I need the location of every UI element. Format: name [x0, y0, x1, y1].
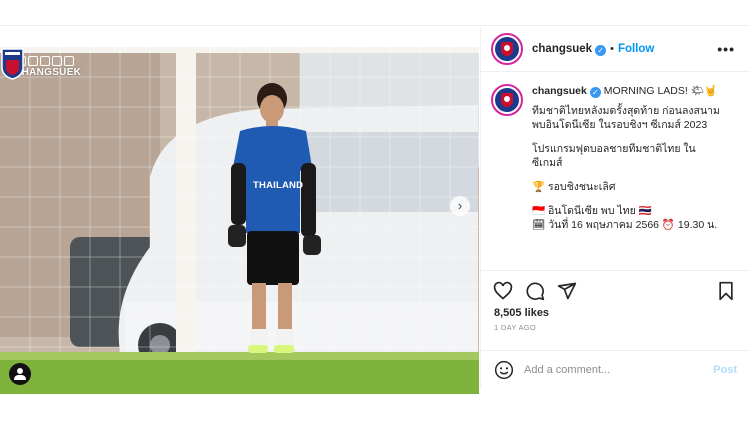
- more-icon[interactable]: •••: [717, 41, 735, 57]
- verified-icon: ✓: [589, 87, 601, 98]
- follow-button[interactable]: Follow: [618, 43, 654, 55]
- post-header: changsuek ✓ • Follow •••: [481, 27, 750, 72]
- comment-input[interactable]: Add a comment...: [524, 364, 713, 376]
- verified-icon: ✓: [595, 44, 607, 56]
- line-icon: [64, 56, 74, 66]
- caption-line: ซีเกมส์: [532, 157, 563, 169]
- caption-line: พบอินโดนีเซีย ในรอบชิงฯ ซีเกมส์ 2023: [532, 119, 708, 131]
- caption-line: โปรแกรมฟุตบอลชายทีมชาติไทย ใน: [532, 143, 696, 155]
- header-username[interactable]: changsuek ✓: [532, 43, 607, 56]
- likes-count[interactable]: 8,505 likes: [494, 307, 549, 319]
- separator: •: [610, 43, 614, 55]
- photo-scene: [0, 47, 479, 394]
- caption-line: ทีมชาติไทยหลังมดรั้งสุดท้าย ก่อนลงสนาม: [532, 105, 720, 117]
- bookmark-icon[interactable]: [717, 281, 735, 301]
- post-image: @CHANGSUEK THAILAND ›: [0, 47, 479, 394]
- chevron-right-icon: ›: [457, 198, 463, 213]
- tag-user-icon[interactable]: [9, 363, 31, 385]
- caption-line: 🏆 รอบชิงชนะเลิศ: [532, 181, 616, 193]
- instagram-post: @CHANGSUEK THAILAND › changsuek ✓ • Follo…: [0, 27, 750, 394]
- post-sidebar: changsuek ✓ • Follow ••• changsuek ✓ MORNI…: [480, 27, 750, 389]
- caption-line: 🗓 วันที่ 16 พฤษภาคม 2566 ⏰ 19.30 น.: [532, 219, 718, 231]
- post-comment-button[interactable]: Post: [713, 364, 737, 376]
- caption: changsuek ✓ MORNING LADS! 🌤🤘 ทีมชาติไทยหล…: [481, 73, 750, 269]
- youtube-icon: [40, 56, 50, 66]
- post-date: 1 DAY AGO: [494, 323, 537, 332]
- twitter-icon: [52, 56, 62, 66]
- caption-line: 🇮🇩 อินโดนีเซีย พบ ไทย 🇹🇭: [532, 205, 652, 217]
- tiktok-icon: [28, 56, 38, 66]
- comment-box: Add a comment... Post: [481, 350, 750, 389]
- caption-avatar[interactable]: [491, 84, 523, 116]
- jersey-text: THAILAND: [253, 180, 304, 191]
- next-image-button[interactable]: ›: [450, 196, 470, 216]
- browser-top-strip: [0, 0, 750, 26]
- emoji-icon[interactable]: [494, 360, 514, 380]
- share-icon[interactable]: [557, 281, 577, 301]
- caption-body: changsuek ✓ MORNING LADS! 🌤🤘 ทีมชาติไทยหล…: [532, 84, 741, 232]
- caption-username[interactable]: changsuek ✓: [532, 85, 601, 98]
- heart-icon[interactable]: [493, 281, 513, 301]
- thailand-crest-logo: [1, 48, 24, 80]
- caption-headline: MORNING LADS! 🌤🤘: [603, 85, 718, 97]
- post-actions: 8,505 likes 1 DAY AGO: [481, 270, 750, 350]
- avatar[interactable]: [491, 33, 523, 65]
- comment-icon[interactable]: [525, 281, 545, 301]
